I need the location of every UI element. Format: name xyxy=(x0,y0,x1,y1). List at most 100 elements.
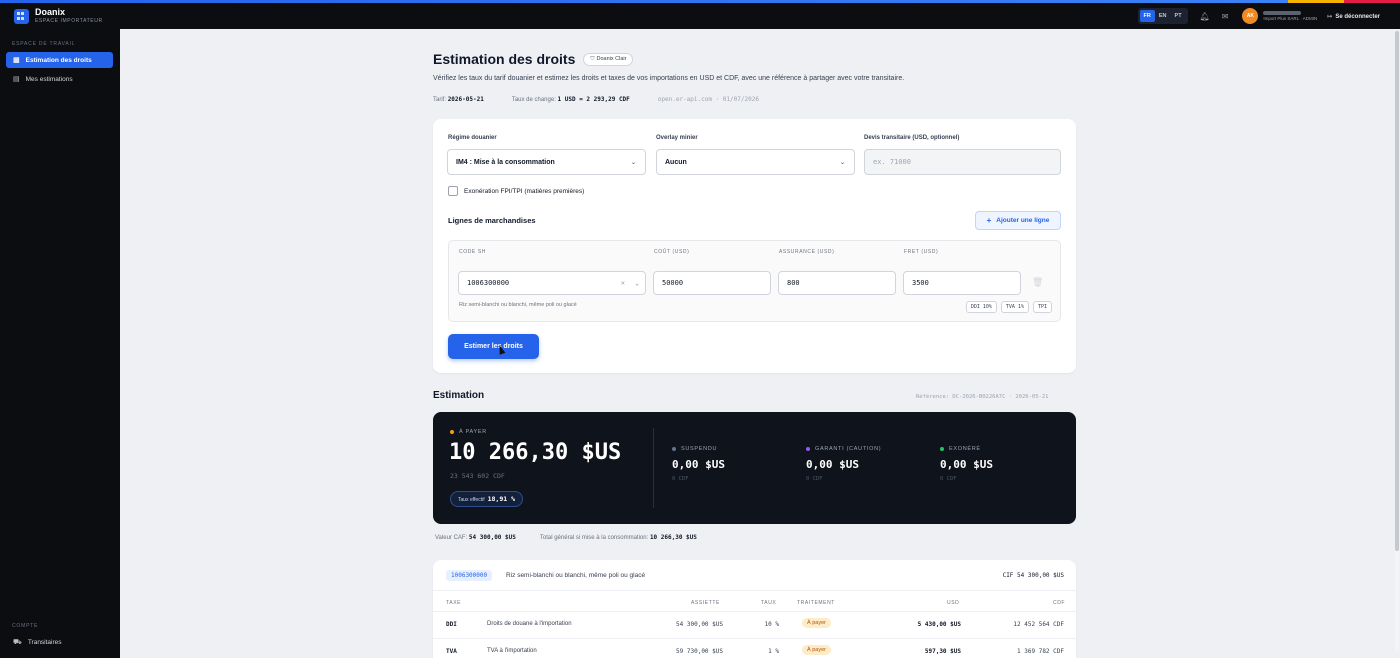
app-name: Doanix xyxy=(35,7,66,17)
table-row: DDI Droits de douane à l'importation 54 … xyxy=(433,611,1076,637)
estimation-reference: Référence: DC-2026-B0226A7C · 2026-05-21 xyxy=(916,394,1049,400)
add-line-button[interactable]: + Ajouter une ligne xyxy=(975,211,1061,230)
breakdown-card: 1006300000 Riz semi-blanchi ou blanchi, … xyxy=(433,560,1076,658)
caf-value: 54 300,00 $US xyxy=(468,534,516,541)
estimation-form-card: Régime douanier IM4 : Mise à la consomma… xyxy=(433,119,1076,373)
truck-icon: ⛟ xyxy=(13,638,22,646)
divider xyxy=(653,428,654,508)
scrollbar[interactable] xyxy=(1395,31,1399,651)
status-dot xyxy=(672,447,676,451)
assurance-input[interactable]: 800 xyxy=(778,271,896,295)
chevron-down-icon: ⌄ xyxy=(839,159,845,166)
avatar[interactable]: AK xyxy=(1242,8,1259,24)
logout-button[interactable]: ↦ Se déconnecter xyxy=(1327,13,1380,20)
top-bar: Doanix ESPACE IMPORTATEUR FR EN PT 🔔︎ ✉︎… xyxy=(0,3,1400,29)
code-sh-input[interactable]: 1006300000 ✕ ⌄ xyxy=(458,271,646,295)
devis-label: Devis transitaire (USD, optionnel) xyxy=(864,135,960,141)
brand[interactable]: Doanix ESPACE IMPORTATEUR xyxy=(14,8,103,24)
estimation-summary-card: À PAYER 10 266,30 $US 23 543 602 CDF Tau… xyxy=(433,412,1076,524)
col-cout: COÛT (USD) xyxy=(654,249,690,255)
tarif-value: 2026-05-21 xyxy=(447,96,484,103)
status-dot xyxy=(806,447,810,451)
exchange-rate-value: 1 USD = 2 293,29 CDF xyxy=(557,96,630,103)
col-fret: FRET (USD) xyxy=(904,249,939,255)
devis-input[interactable]: ex. 71000 xyxy=(864,149,1061,175)
status-dot xyxy=(940,447,944,451)
goods-lines: CODE SH COÛT (USD) ASSURANCE (USD) FRET … xyxy=(448,240,1061,322)
lang-fr-button[interactable]: FR xyxy=(1139,10,1155,22)
sidebar-item-estimation[interactable]: ▦ Estimation des droits xyxy=(6,52,113,68)
theme-pill[interactable]: ⛉ Doanix Clair xyxy=(583,52,634,66)
user-name-redacted xyxy=(1263,10,1302,15)
status-badge: À payer xyxy=(802,645,831,655)
sidebar-heading-account: COMPTE xyxy=(12,623,39,629)
pay-label: À PAYER xyxy=(450,429,487,435)
page-intro: Vérifiez les taux du tarif douanier et e… xyxy=(433,75,905,82)
stat-exonere: EXONÉRÉ 0,00 $US 0 CDF xyxy=(940,446,993,482)
sidebar-heading-workspace: ESPACE DE TRAVAIL xyxy=(12,41,76,47)
bell-icon[interactable]: 🔔︎ xyxy=(1200,12,1210,21)
scrollbar-thumb[interactable] xyxy=(1395,31,1399,551)
user-role: Import Plus SARL · ADMIN xyxy=(1263,15,1318,21)
stat-garanti: GARANTI (CAUTION) 0,00 $US 0 CDF xyxy=(806,446,882,482)
overlay-select[interactable]: Aucun ⌄ xyxy=(656,149,855,175)
sidebar-item-transitaires[interactable]: ⛟ Transitaires xyxy=(6,634,113,650)
col-cdf: CDF xyxy=(1053,600,1066,606)
pay-amount: 10 266,30 $US xyxy=(449,440,622,465)
regime-select[interactable]: IM4 : Mise à la consommation ⌄ xyxy=(447,149,646,175)
lang-en-button[interactable]: EN xyxy=(1155,10,1171,22)
document-icon: ▤ xyxy=(13,76,20,83)
app-subtitle: ESPACE IMPORTATEUR xyxy=(35,18,103,24)
col-assiette: ASSIETTE xyxy=(691,600,720,606)
page-meta: Tarif: 2026-05-21 Taux de change: 1 USD … xyxy=(433,96,759,103)
totals-line: Valeur CAF: 54 300,00 $US Total général … xyxy=(435,534,697,541)
shield-icon: ⛉ xyxy=(590,55,595,62)
estimate-button[interactable]: Estimer les droits xyxy=(448,334,539,359)
pay-amount-cdf: 23 543 602 CDF xyxy=(450,472,505,480)
trash-icon[interactable]: 🗑︎ xyxy=(1032,277,1043,288)
overlay-label: Overlay minier xyxy=(656,135,698,141)
tag-tva: TVA 1% xyxy=(1000,301,1029,313)
col-usd: USD xyxy=(947,600,960,606)
sidebar-item-label: Mes estimations xyxy=(25,75,73,83)
col-assurance: ASSURANCE (USD) xyxy=(779,249,835,255)
status-badge: À payer xyxy=(802,618,831,628)
col-taux: TAUX xyxy=(761,600,777,606)
language-switcher: FR EN PT xyxy=(1137,8,1188,24)
line-description: Riz semi-blanchi ou blanchi, même poli o… xyxy=(459,302,577,308)
plus-icon: + xyxy=(986,216,992,225)
hs-code-badge: 1006300000 xyxy=(446,570,493,581)
col-code-sh: CODE SH xyxy=(459,249,486,255)
col-traitement: TRAITEMENT xyxy=(797,600,835,606)
checkbox[interactable] xyxy=(448,186,458,196)
chevron-down-icon: ⌄ xyxy=(630,159,636,166)
exoneration-checkbox[interactable]: Exonération FPI/TPI (matières premières) xyxy=(448,186,584,196)
col-taxe: TAXE xyxy=(446,600,462,606)
total-value: 10 266,30 $US xyxy=(649,534,697,541)
rate-source: open.er-api.com · 01/07/2026 xyxy=(657,96,759,103)
effective-rate-badge: Taux effectif 18,91 % xyxy=(450,491,523,507)
clear-icon[interactable]: ✕ xyxy=(621,279,625,287)
user-info: Import Plus SARL · ADMIN xyxy=(1263,10,1318,22)
cout-input[interactable]: 50000 xyxy=(653,271,771,295)
breakdown-header: 1006300000 Riz semi-blanchi ou blanchi, … xyxy=(433,560,1076,591)
lang-pt-button[interactable]: PT xyxy=(1171,10,1186,22)
table-row: TVA TVA à l'importation 59 730,00 $US 1 … xyxy=(433,638,1076,658)
tag-tpi: TPI xyxy=(1032,301,1052,313)
chevron-down-icon[interactable]: ⌄ xyxy=(635,280,639,287)
hs-description: Riz semi-blanchi ou blanchi, même poli o… xyxy=(506,572,646,579)
sidebar: ESPACE DE TRAVAIL ▦ Estimation des droit… xyxy=(0,29,120,658)
logo-icon xyxy=(14,8,29,24)
fret-input[interactable]: 3500 xyxy=(903,271,1021,295)
line-tags: DDI 10% TVA 1% TPI xyxy=(962,301,1052,313)
estimation-title: Estimation xyxy=(433,390,485,401)
mail-icon[interactable]: ✉︎ xyxy=(1222,12,1229,21)
lines-title: Lignes de marchandises xyxy=(448,216,536,225)
cif-value: CIF 54 300,00 $US xyxy=(1002,572,1064,579)
regime-label: Régime douanier xyxy=(448,135,497,141)
sidebar-item-label: Transitaires xyxy=(27,638,62,646)
page-title: Estimation des droits xyxy=(433,51,576,67)
stat-suspendu: SUSPENDU 0,00 $US 0 CDF xyxy=(672,446,725,482)
sidebar-item-mes-estimations[interactable]: ▤ Mes estimations xyxy=(6,71,113,87)
sidebar-item-label: Estimation des droits xyxy=(25,56,92,64)
